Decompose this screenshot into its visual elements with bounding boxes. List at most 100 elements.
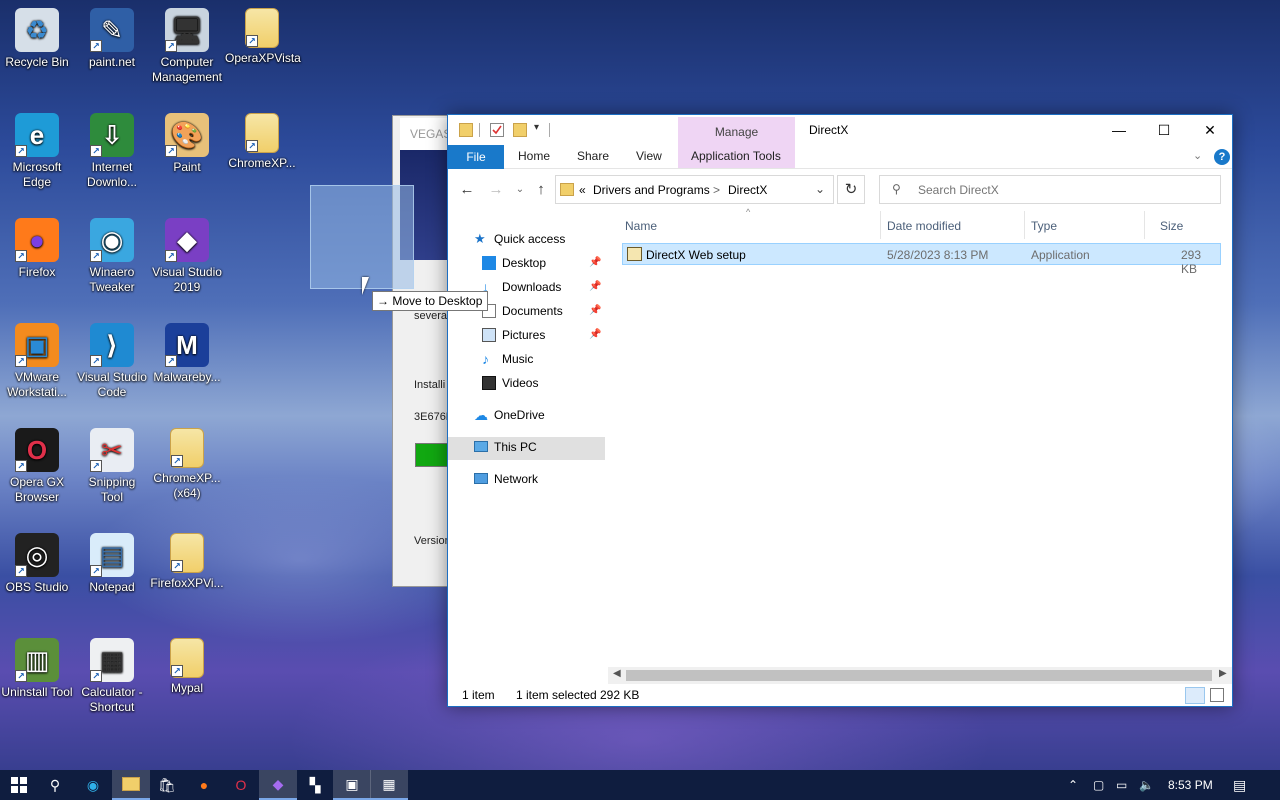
meet-now-icon[interactable]: ▢ [1093,770,1104,800]
desktop-icon[interactable]: ● ↗ Firefox [0,218,74,280]
recycle-bin-icon: ♻ [15,8,59,52]
file-explorer-window[interactable]: ▾ Manage DirectX — ☐ ✕ File Home Share V… [447,114,1233,707]
desktop-icon[interactable]: ↗ ChromeXP... [225,113,299,171]
directx-setup-icon[interactable]: ▦ [370,770,408,800]
folder-icon [459,123,473,137]
address-dropdown-icon[interactable]: ⌄ [815,182,825,196]
pin-icon[interactable]: 📌 [589,324,601,346]
desktop-icon[interactable]: ▤ ↗ Notepad [75,533,149,595]
breadcrumb-directx[interactable]: DirectX [728,183,767,197]
nav-desktop[interactable]: Desktop 📌 [482,252,601,274]
desktop-icon[interactable]: ✂ ↗ Snipping Tool [75,428,149,505]
breadcrumb-overflow[interactable]: « [579,183,586,197]
file-list[interactable]: ^ Name Date modified Type Size DirectX W… [608,207,1232,677]
opera-gx-icon[interactable]: O [222,770,260,800]
column-header-name[interactable]: Name [625,219,657,233]
nav-documents[interactable]: Documents 📌 [482,300,601,322]
tab-application-tools[interactable]: Application Tools [691,149,781,163]
desktop-icon[interactable]: ◎ ↗ OBS Studio [0,533,74,595]
desktop-icon[interactable]: M ↗ Malwareby... [150,323,224,385]
desktop-icon[interactable]: ↗ ChromeXP... (x64) [150,428,224,501]
desktop-icon[interactable]: ▣ ↗ VMware Workstati... [0,323,74,400]
nav-downloads[interactable]: ↓ Downloads 📌 [482,276,601,298]
firefox-icon[interactable]: ● [185,770,223,800]
desktop-icon[interactable]: ⟩ ↗ Visual Studio Code [75,323,149,400]
desktop-icon[interactable]: ◉ ↗ Winaero Tweaker [75,218,149,295]
address-bar[interactable]: « Drivers and Programs > DirectX ⌄ [555,175,834,204]
desktop-icon[interactable]: ↗ OperaXPVista [225,8,301,66]
help-icon[interactable]: ? [1214,149,1230,165]
nav-videos[interactable]: Videos [482,372,538,394]
maximize-button[interactable]: ☐ [1141,115,1187,145]
search-input[interactable] [918,181,1208,198]
breadcrumb-drivers-and-programs[interactable]: Drivers and Programs [593,183,710,197]
customize-qat-icon[interactable]: ▾ [534,122,539,133]
desktop-icon[interactable]: ▥ ↗ Uninstall Tool [0,638,74,700]
close-button[interactable]: ✕ [1187,115,1233,145]
large-icons-view-icon[interactable] [1210,688,1224,702]
pin-icon[interactable]: 📌 [589,300,601,322]
search-icon[interactable]: ⚲ [36,770,74,800]
desktop-icon[interactable]: O ↗ Opera GX Browser [0,428,74,505]
app-icon[interactable]: ▚ [296,770,334,800]
scroll-left-icon[interactable]: ◀ [613,668,621,679]
new-folder-icon[interactable] [513,123,527,137]
tab-file[interactable]: File [448,145,504,169]
desktop-icon[interactable]: ↗ Mypal [150,638,224,696]
search-box[interactable]: ⚲ [879,175,1221,204]
tab-view[interactable]: View [636,149,662,163]
installer-icon[interactable]: ▣ [333,770,371,800]
pin-icon[interactable]: 📌 [589,276,601,298]
breadcrumb-separator[interactable]: > [713,183,720,197]
nav-pictures[interactable]: Pictures 📌 [482,324,601,346]
pin-icon[interactable]: 📌 [589,252,601,274]
show-hidden-icons-icon[interactable]: ⌃ [1068,770,1078,800]
column-header-type[interactable]: Type [1031,219,1057,233]
nav-network[interactable]: Network [474,468,538,490]
file-explorer-taskbar-button[interactable] [112,770,150,800]
nav-this-pc[interactable]: This PC [474,436,537,458]
horizontal-scrollbar[interactable]: ◀ ▶ [608,667,1232,684]
clock-time[interactable]: 8:53 PM [1168,770,1213,800]
recent-locations-icon[interactable]: ⌄ [511,181,529,199]
details-view-icon[interactable] [1185,687,1205,704]
desktop-icon[interactable]: e ↗ Microsoft Edge [0,113,74,190]
desktop-icon[interactable]: 🎨 ↗ Paint [150,113,224,175]
desktop-icon[interactable]: ▦ ↗ Calculator - Shortcut [75,638,149,715]
forward-arrow-icon[interactable]: → [487,181,505,199]
minimize-button[interactable]: — [1096,115,1142,145]
up-arrow-icon[interactable]: ↑ [532,181,550,199]
visual-studio-icon[interactable]: ◆ [259,770,297,800]
nav-onedrive[interactable]: ☁ OneDrive [474,404,545,426]
file-row[interactable]: DirectX Web setup 5/28/2023 8:13 PM Appl… [622,243,1221,276]
properties-icon[interactable] [490,123,504,137]
desktop-icon[interactable]: 🖥 ↗ Computer Management [150,8,224,85]
nav-label: Music [502,352,534,366]
column-header-date-modified[interactable]: Date modified [887,219,961,233]
scrollbar-thumb[interactable] [626,670,1212,681]
desktop-icon[interactable]: ↗ FirefoxXPVi... [150,533,224,591]
start-button[interactable] [0,770,38,800]
edge-icon[interactable]: ◉ [74,770,112,800]
refresh-button[interactable]: ↻ [837,175,865,204]
nav-quick-access[interactable]: ★ Quick access [474,228,565,250]
back-arrow-icon[interactable]: ← [458,181,476,199]
desktop-icon[interactable]: ◆ ↗ Visual Studio 2019 [150,218,224,295]
column-divider[interactable] [1024,211,1025,239]
tab-home[interactable]: Home [518,149,550,163]
column-divider[interactable] [1144,211,1145,239]
nav-music[interactable]: ♪ Music [482,348,534,370]
scroll-right-icon[interactable]: ▶ [1219,668,1227,679]
desktop-icon[interactable]: ⇩ ↗ Internet Downlo... [75,113,149,190]
volume-icon[interactable]: 🔈 [1139,770,1154,800]
network-status-icon[interactable]: ▭ [1116,770,1127,800]
store-icon[interactable]: 🛍 [148,770,186,800]
column-divider[interactable] [880,211,881,239]
expand-ribbon-icon[interactable]: ⌄ [1193,149,1202,162]
desktop-icon[interactable]: ♻ Recycle Bin [0,8,74,70]
column-header-size[interactable]: Size [1160,219,1183,233]
item-count: 1 item [462,688,495,702]
notifications-icon[interactable]: ▤ [1233,770,1246,800]
tab-share[interactable]: Share [577,149,609,163]
desktop-icon[interactable]: ✎ ↗ paint.net [75,8,149,70]
